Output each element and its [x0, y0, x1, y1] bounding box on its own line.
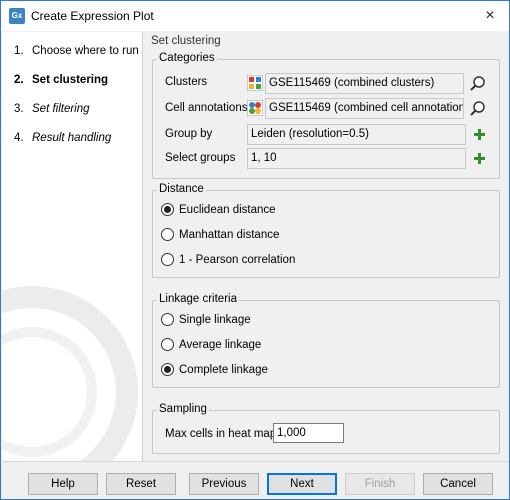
radio-average-linkage[interactable]: Average linkage: [161, 338, 261, 351]
radio-label: Euclidean distance: [179, 203, 276, 216]
browse-cell-annotations-icon[interactable]: [469, 99, 487, 117]
max-cells-input[interactable]: 1,000: [273, 423, 344, 443]
categories-group: Categories Clusters GSE115469 (combined …: [152, 52, 500, 179]
close-icon[interactable]: ×: [479, 5, 501, 27]
radio-button[interactable]: [161, 363, 174, 376]
binary-watermark-graphic: [2, 286, 138, 461]
linkage-criteria-group: Linkage criteria Single linkage Average …: [152, 293, 500, 388]
button-bar: Help Reset Previous Next Finish Cancel: [2, 461, 509, 499]
reset-button[interactable]: Reset: [106, 473, 176, 495]
cell-annotations-data-icon: [247, 100, 263, 116]
radio-button[interactable]: [161, 338, 174, 351]
radio-pearson-correlation[interactable]: 1 - Pearson correlation: [161, 253, 295, 266]
add-select-groups-icon[interactable]: [473, 152, 486, 165]
title-bar: Gx Create Expression Plot ×: [1, 1, 509, 31]
max-cells-label: Max cells in heat map: [165, 428, 277, 440]
radio-button[interactable]: [161, 313, 174, 326]
browse-clusters-icon[interactable]: [469, 74, 487, 92]
add-group-by-icon[interactable]: [473, 128, 486, 141]
step-set-filtering: 3. Set filtering: [14, 103, 90, 115]
wizard-steps-panel: 1. Choose where to run 2. Set clustering 3…: [2, 32, 143, 461]
group-by-field[interactable]: Leiden (resolution=0.5): [247, 124, 466, 145]
sampling-group: Sampling Max cells in heat map 1,000: [152, 403, 500, 454]
next-button[interactable]: Next: [267, 473, 337, 495]
content-panel: Set clustering Categories Clusters GSE11…: [144, 32, 508, 461]
window-title: Create Expression Plot: [31, 9, 154, 23]
cancel-button[interactable]: Cancel: [423, 473, 493, 495]
radio-button[interactable]: [161, 228, 174, 241]
radio-label: Complete linkage: [179, 363, 268, 376]
step-result-handling: 4. Result handling: [14, 132, 112, 144]
categories-legend: Categories: [157, 52, 217, 64]
cell-annotations-field[interactable]: GSE115469 (combined cell annotations): [265, 98, 464, 119]
radio-single-linkage[interactable]: Single linkage: [161, 313, 251, 326]
select-groups-field[interactable]: 1, 10: [247, 148, 466, 169]
radio-label: Manhattan distance: [179, 228, 280, 241]
linkage-criteria-legend: Linkage criteria: [157, 293, 239, 305]
radio-button[interactable]: [161, 203, 174, 216]
radio-label: Average linkage: [179, 338, 262, 351]
clusters-data-icon: [247, 75, 263, 91]
group-by-label: Group by: [165, 128, 213, 140]
previous-button[interactable]: Previous: [189, 473, 259, 495]
radio-label: Single linkage: [179, 313, 251, 326]
radio-button[interactable]: [161, 253, 174, 266]
select-groups-label: Select groups: [165, 152, 236, 164]
radio-label: 1 - Pearson correlation: [179, 253, 296, 266]
app-icon: Gx: [9, 8, 25, 24]
cell-annotations-label: Cell annotations: [165, 102, 248, 114]
finish-button: Finish: [345, 473, 415, 495]
step-set-clustering: 2. Set clustering: [14, 74, 109, 86]
radio-euclidean-distance[interactable]: Euclidean distance: [161, 203, 276, 216]
sampling-legend: Sampling: [157, 403, 209, 415]
distance-group: Distance Euclidean distance Manhattan di…: [152, 183, 500, 278]
clusters-label: Clusters: [165, 76, 208, 88]
distance-legend: Distance: [157, 183, 206, 195]
radio-manhattan-distance[interactable]: Manhattan distance: [161, 228, 279, 241]
step-choose-where-to-run: 1. Choose where to run: [14, 45, 139, 57]
dialog-window: Gx Create Expression Plot × 1. Choose whe…: [0, 0, 510, 500]
section-title: Set clustering: [151, 35, 221, 47]
help-button[interactable]: Help: [28, 473, 98, 495]
clusters-field[interactable]: GSE115469 (combined clusters): [265, 73, 464, 94]
radio-complete-linkage[interactable]: Complete linkage: [161, 363, 268, 376]
